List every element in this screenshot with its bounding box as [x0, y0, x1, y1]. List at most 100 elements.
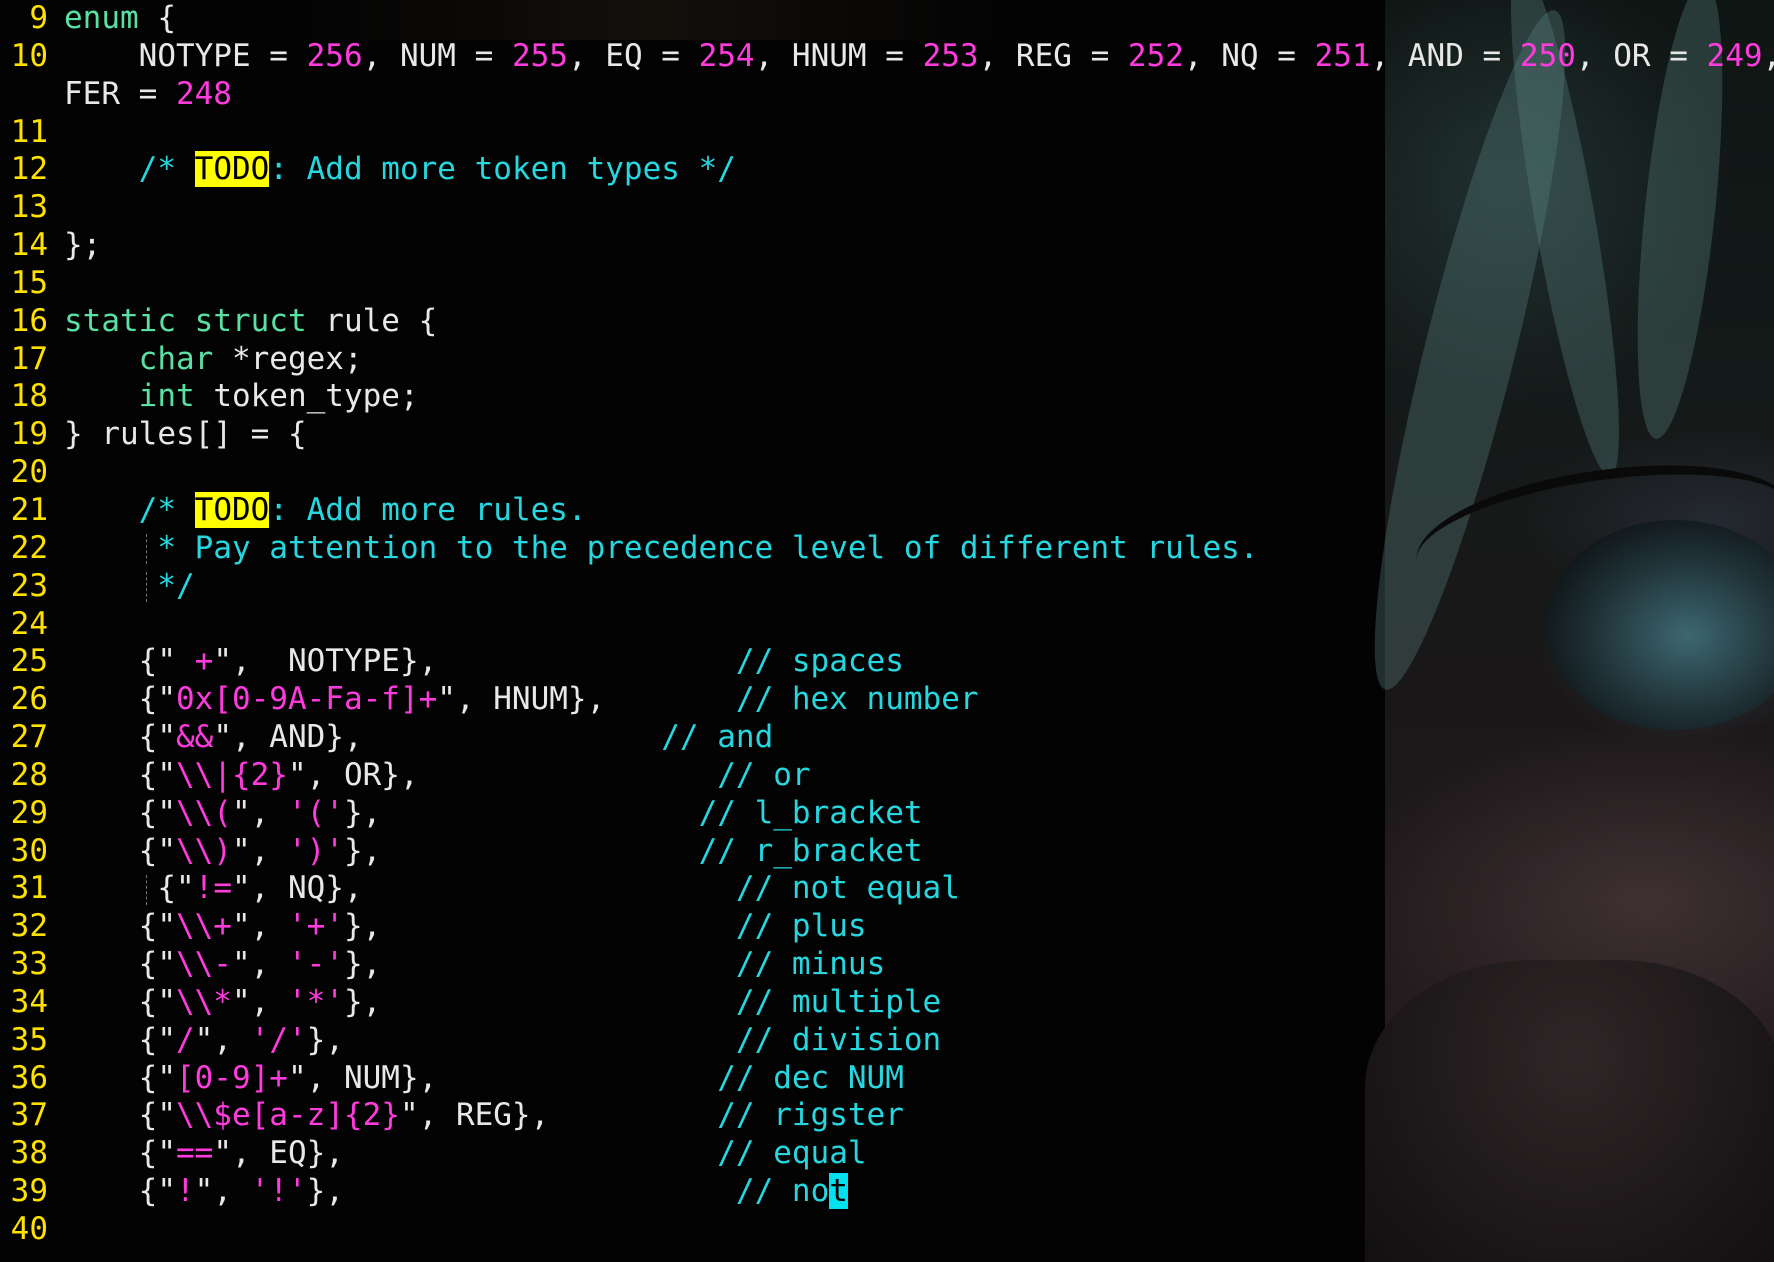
- code-line[interactable]: 11: [0, 114, 1774, 152]
- code-token: {: [138, 0, 176, 36]
- line-number: 35: [10, 1021, 48, 1058]
- code-line[interactable]: 13: [0, 189, 1774, 227]
- line-number: 18: [10, 378, 48, 415]
- code-token: ",: [231, 908, 288, 945]
- string-token: !=: [194, 870, 232, 907]
- code-token: {": [64, 794, 176, 831]
- string-token: '+': [287, 908, 344, 945]
- string-token: /: [175, 1021, 195, 1058]
- code-line[interactable]: 17 char *regex;: [0, 341, 1774, 379]
- string-token: 0x[0-9A-Fa-f]+: [175, 681, 438, 718]
- code-line[interactable]: 35 {"/", '/'}, // division: [0, 1022, 1774, 1060]
- code-token: {": [64, 908, 176, 945]
- code-line[interactable]: 30 {"\\)", ')'}, // r_bracket: [0, 833, 1774, 871]
- comment-token: */: [64, 567, 195, 604]
- code-token: , DE: [1763, 38, 1774, 74]
- line-text: /* TODO: Add more rules.: [64, 491, 587, 530]
- code-token: ", NQ},: [231, 870, 736, 907]
- line-number: 17: [10, 340, 48, 377]
- code-line[interactable]: 37 {"\\$e[a-z]{2}", REG}, // rigster: [0, 1097, 1774, 1135]
- line-number: 29: [10, 794, 48, 831]
- code-line[interactable]: 29 {"\\(", '('}, // l_bracket: [0, 795, 1774, 833]
- line-text: {"!=", NQ}, // not equal: [64, 870, 960, 908]
- line-text: };: [64, 227, 101, 265]
- comment-token: // minus: [735, 946, 886, 983]
- line-number: 25: [10, 643, 48, 680]
- comment-token: : Add more token types */: [269, 151, 736, 188]
- code-line[interactable]: 28 {"\\|{2}", OR}, // or: [0, 757, 1774, 795]
- code-line[interactable]: 32 {"\\+", '+'}, // plus: [0, 908, 1774, 946]
- code-line[interactable]: 25 {" +", NOTYPE}, // spaces: [0, 643, 1774, 681]
- code-line[interactable]: 9 enum {: [0, 0, 1774, 38]
- number-token: 254: [698, 37, 755, 74]
- code-token: {": [64, 832, 176, 869]
- number-token: 248: [175, 75, 232, 112]
- code-line[interactable]: 40: [0, 1211, 1774, 1249]
- code-token: ", NOTYPE},: [213, 643, 736, 680]
- code-line[interactable]: 27 {"&&", AND}, // and: [0, 719, 1774, 757]
- code-line[interactable]: 14};: [0, 227, 1774, 265]
- code-token: ", AND},: [213, 719, 662, 756]
- comment-token: // dec NUM: [717, 1059, 904, 1096]
- comment-token: // and: [661, 719, 774, 756]
- string-token: \\(: [175, 794, 232, 831]
- string-token: '*': [287, 983, 344, 1020]
- code-token: ",: [194, 1021, 251, 1058]
- string-token: !: [175, 1173, 195, 1210]
- code-line[interactable]: 36 {"[0-9]+", NUM}, // dec NUM: [0, 1060, 1774, 1098]
- line-number: 19: [10, 416, 48, 453]
- code-token: ",: [231, 832, 288, 869]
- string-token: '/': [250, 1021, 307, 1058]
- line-text: {"&&", AND}, // and: [64, 719, 774, 757]
- line-text: /* TODO: Add more token types */: [64, 151, 736, 189]
- code-line[interactable]: 21 /* TODO: Add more rules.: [0, 491, 1774, 530]
- line-number: 11: [10, 113, 48, 150]
- code-line[interactable]: 24: [0, 606, 1774, 644]
- line-number: 33: [10, 946, 48, 983]
- code-line[interactable]: 38 {"==", EQ}, // equal: [0, 1135, 1774, 1173]
- code-line[interactable]: 33 {"\\-", '-'}, // minus: [0, 946, 1774, 984]
- comment-token: // no: [735, 1173, 830, 1210]
- string-token: &&: [175, 719, 214, 756]
- code-line[interactable]: 26 {"0x[0-9A-Fa-f]+", HNUM}, // hex numb…: [0, 681, 1774, 719]
- indent-guide: [146, 571, 147, 602]
- comment-token: // equal: [717, 1135, 867, 1172]
- keyword-token: int: [138, 378, 195, 415]
- code-token: ",: [231, 794, 288, 831]
- code-line[interactable]: 18 int token_type;: [0, 378, 1774, 416]
- code-line[interactable]: 39 {"!", '!'}, // not: [0, 1173, 1774, 1211]
- code-line[interactable]: 10 NOTYPE = 256, NUM = 255, EQ = 254, HN…: [0, 38, 1774, 76]
- line-number: 36: [10, 1059, 48, 1096]
- code-token: },: [306, 1021, 736, 1058]
- line-text: {"\\|{2}", OR}, // or: [64, 757, 811, 795]
- code-token: {": [64, 681, 176, 718]
- line-number: 40: [10, 1211, 48, 1247]
- code-line[interactable]: 19} rules[] = {: [0, 416, 1774, 454]
- code-buffer[interactable]: 9 enum {10 NOTYPE = 256, NUM = 255, EQ = …: [0, 0, 1774, 1249]
- code-line[interactable]: 16 static struct rule {: [0, 303, 1774, 341]
- code-token: ",: [231, 983, 288, 1020]
- line-number: 21: [10, 491, 48, 528]
- line-text: static struct rule {: [64, 303, 437, 341]
- code-line[interactable]: 34 {"\\*", '*'}, // multiple: [0, 984, 1774, 1022]
- code-token: *regex;: [213, 340, 363, 377]
- code-line[interactable]: 22 * Pay attention to the precedence lev…: [0, 530, 1774, 568]
- code-token: {": [64, 983, 176, 1020]
- line-text: {"==", EQ}, // equal: [64, 1135, 867, 1173]
- code-line[interactable]: 31 {"!=", NQ}, // not equal: [0, 870, 1774, 908]
- keyword-token: static: [64, 302, 176, 339]
- code-line[interactable]: 23 */: [0, 568, 1774, 606]
- code-token: {": [64, 946, 176, 983]
- code-token: },: [343, 946, 736, 983]
- code-token: {": [64, 1173, 176, 1210]
- line-text: */: [64, 567, 195, 606]
- code-line[interactable]: 20: [0, 454, 1774, 492]
- code-line[interactable]: 15: [0, 265, 1774, 303]
- code-line[interactable]: FER = 248: [0, 76, 1774, 114]
- line-number: 30: [10, 832, 48, 869]
- code-token: , NUM =: [362, 37, 512, 74]
- code-line[interactable]: 12 /* TODO: Add more token types */: [0, 151, 1774, 189]
- terminal-editor-window[interactable]: 9 enum {10 NOTYPE = 256, NUM = 255, EQ = …: [0, 0, 1774, 1262]
- string-token: ')': [287, 832, 344, 869]
